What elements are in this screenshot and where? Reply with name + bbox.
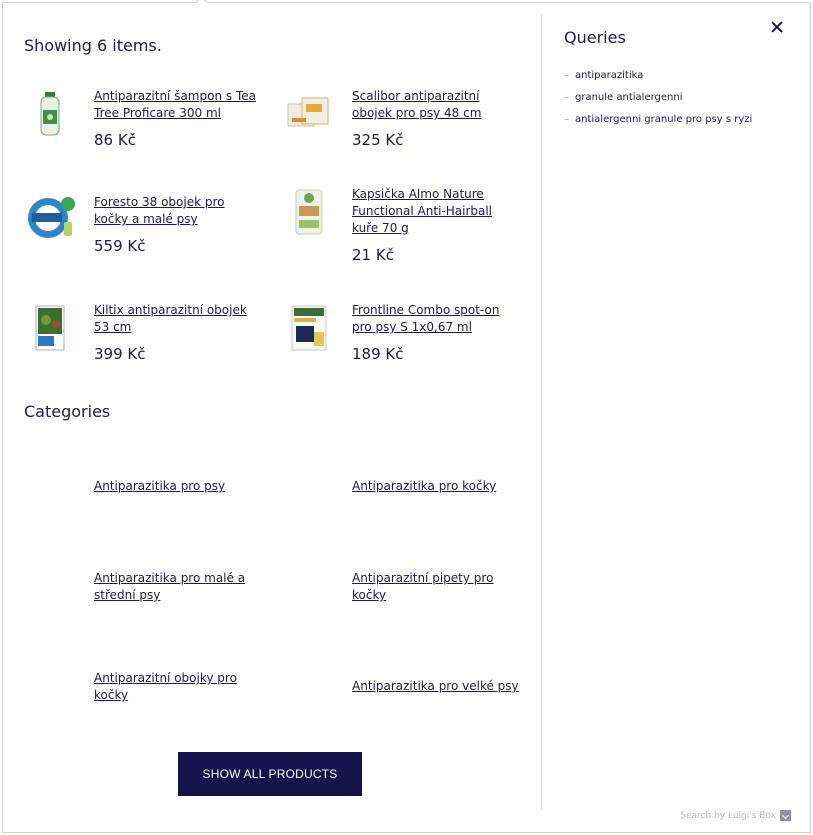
product-price: 86 Kč [94,131,136,149]
category-link[interactable]: Antiparazitika pro psy [94,478,262,495]
query-text[interactable]: antiparazitika [575,70,643,81]
category-link[interactable]: Antiparazitika pro kočky [352,478,520,495]
results-count: Showing 6 items. [24,36,162,55]
column-divider [541,14,542,810]
category-link[interactable]: Antiparazitní pipety pro kočky [352,570,520,604]
dash-icon: – [564,69,569,81]
dash-icon: – [564,91,569,103]
product-item[interactable]: Antiparazitní šampon s Tea Tree Proficar… [26,88,276,168]
close-icon[interactable] [765,16,789,40]
dash-icon: – [564,113,569,125]
product-name[interactable]: Antiparazitní šampon s Tea Tree Proficar… [94,88,262,122]
product-item[interactable]: Frontline Combo spot-on pro psy S 1x0,67… [284,302,534,382]
product-price: 325 Kč [352,131,404,149]
product-item[interactable]: Kapsička Almo Nature Functional Anti-Hai… [284,186,534,266]
dropdown-caret [195,0,208,9]
product-price: 189 Kč [352,345,404,363]
product-name[interactable]: Kiltix antiparazitní obojek 53 cm [94,302,262,336]
product-price: 21 Kč [352,246,394,264]
show-all-products-button[interactable]: SHOW ALL PRODUCTS [178,752,362,796]
category-link[interactable]: Antiparazitika pro malé a střední psy [94,570,262,604]
product-item[interactable]: Scalibor antiparazitní obojek pro psy 48… [284,88,534,168]
product-price: 399 Kč [94,345,146,363]
query-item[interactable]: – antiparazitika [564,64,752,86]
product-image-pouch [295,189,323,235]
product-name[interactable]: Scalibor antiparazitní obojek pro psy 48… [352,88,520,122]
query-item[interactable]: – antialergenni granule pro psy s ryzi [564,108,752,130]
powered-by[interactable]: Search by Luigi's Box [680,810,791,821]
product-image-collar [287,97,329,127]
query-text[interactable]: granule antialergenni [575,92,683,103]
product-name[interactable]: Frontline Combo spot-on pro psy S 1x0,67… [352,302,520,336]
product-name[interactable]: Kapsička Almo Nature Functional Anti-Hai… [352,186,520,237]
product-name[interactable]: Foresto 38 obojek pro kočky a malé psy [94,194,262,228]
product-image-kiltix [35,305,65,351]
powered-by-text: Search by Luigi's Box [680,810,776,821]
categories-heading: Categories [24,402,111,421]
query-item[interactable]: – granule antialergenni [564,86,752,108]
category-link[interactable]: Antiparazitika pro velké psy [352,678,520,695]
category-link[interactable]: Antiparazitní obojky pro kočky [94,670,262,704]
product-item[interactable]: Kiltix antiparazitní obojek 53 cm 399 Kč [26,302,276,382]
product-image-shampoo [40,92,60,136]
luigis-box-logo-icon [780,810,791,821]
query-suggestions: – antiparazitika – granule antialergenni –… [564,64,752,130]
product-price: 559 Kč [94,237,146,255]
product-image-frontline [291,305,327,351]
product-image-foresto [28,197,75,238]
product-item[interactable]: Foresto 38 obojek pro kočky a malé psy 5… [26,194,276,274]
queries-heading: Queries [564,28,626,47]
query-text[interactable]: antialergenni granule pro psy s ryzi [575,114,752,125]
